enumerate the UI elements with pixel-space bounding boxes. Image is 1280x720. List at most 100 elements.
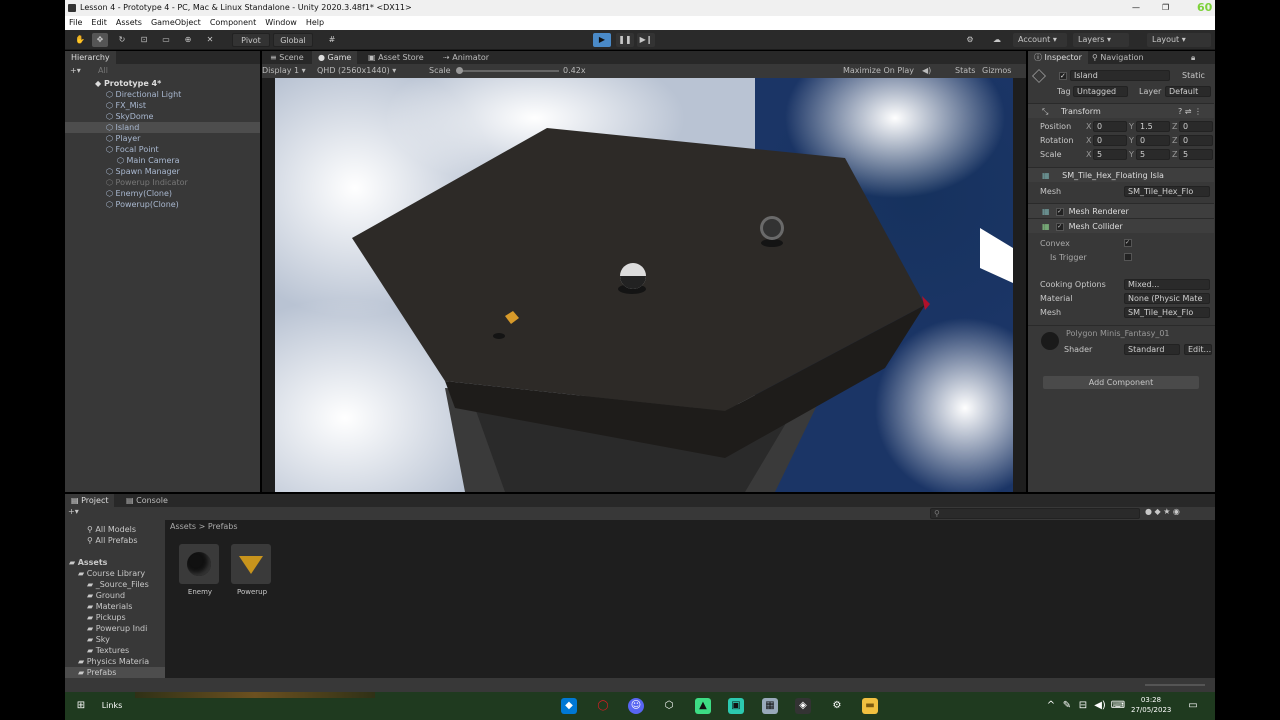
mesh-filter-mesh-field[interactable]: SM_Tile_Hex_Flo <box>1124 186 1210 197</box>
scale-slider[interactable] <box>459 70 559 72</box>
tab-inspector[interactable]: ⓘ Inspector <box>1028 51 1088 64</box>
hierarchy-item[interactable]: ⬡ Enemy(Clone) <box>65 188 260 199</box>
tray-pen-icon[interactable]: ✎ <box>1059 698 1075 714</box>
project-folder-item[interactable]: ▰ Pickups <box>65 612 165 623</box>
transform-z-field[interactable]: 0 <box>1179 135 1213 146</box>
breadcrumb-prefabs[interactable]: Prefabs <box>208 522 238 531</box>
play-button[interactable]: ▶ <box>593 33 611 47</box>
menu-window[interactable]: Window <box>265 18 297 27</box>
tab-navigation[interactable]: ⚲ Navigation <box>1086 51 1150 64</box>
menu-gameobject[interactable]: GameObject <box>151 18 201 27</box>
cooking-options-dropdown[interactable]: Mixed... <box>1124 279 1210 290</box>
transform-z-field[interactable]: 0 <box>1179 121 1213 132</box>
convex-checkbox[interactable]: ✓ <box>1124 239 1132 247</box>
collab-gear-icon[interactable]: ⚙ <box>963 33 977 47</box>
vscode-icon[interactable]: ◆ <box>561 698 577 714</box>
volume-icon[interactable]: ◀) <box>1092 698 1108 714</box>
project-add-icon[interactable]: +▾ <box>68 507 79 516</box>
menu-component[interactable]: Component <box>210 18 256 27</box>
project-folder-item[interactable]: ▰ Prefabs <box>65 667 165 678</box>
tab-asset-store[interactable]: ▣ Asset Store <box>362 51 430 64</box>
tag-dropdown[interactable]: Untagged <box>1073 86 1128 97</box>
hierarchy-item[interactable]: ⬡ Powerup(Clone) <box>65 199 260 210</box>
hierarchy-search-input[interactable]: All <box>98 66 108 75</box>
project-folder-item[interactable]: ▰ Assets <box>65 557 165 568</box>
project-folder-item[interactable]: ▰ Sky <box>65 634 165 645</box>
tab-project[interactable]: ▤ Project <box>65 494 115 507</box>
move-tool-icon[interactable]: ✥ <box>92 33 108 47</box>
mute-audio-icon[interactable]: ◀) <box>922 64 931 78</box>
grid-snap-icon[interactable]: # <box>325 33 339 47</box>
menu-file[interactable]: File <box>69 18 82 27</box>
transform-x-field[interactable]: 5 <box>1093 149 1127 160</box>
transform-x-field[interactable]: 0 <box>1093 121 1127 132</box>
step-button[interactable]: ▶❙ <box>637 33 655 47</box>
restore-button[interactable]: ❐ <box>1162 0 1169 16</box>
scale-slider-handle[interactable] <box>456 67 463 74</box>
is-trigger-checkbox[interactable] <box>1124 253 1132 261</box>
hand-tool-icon[interactable]: ✋ <box>73 33 87 47</box>
unity-hub-icon[interactable]: ⬡ <box>661 698 677 714</box>
menu-assets[interactable]: Assets <box>116 18 142 27</box>
project-folder-item[interactable]: ▰ Course Library <box>65 568 165 579</box>
project-folder-item[interactable]: ▰ Ground <box>65 590 165 601</box>
breadcrumb-assets[interactable]: Assets <box>170 522 196 531</box>
tab-scene[interactable]: ≡ Scene <box>264 51 310 64</box>
icon-size-slider[interactable] <box>1145 684 1205 686</box>
active-checkbox[interactable]: ✓ <box>1059 72 1067 80</box>
project-folder-item[interactable]: ▰ Powerup Indi <box>65 623 165 634</box>
unity-editor-icon[interactable]: ◈ <box>795 698 811 714</box>
photos-icon[interactable]: ▦ <box>762 698 778 714</box>
custom-tool-icon[interactable]: ✕ <box>203 33 217 47</box>
mesh-collider-checkbox[interactable]: ✓ <box>1056 222 1065 231</box>
hierarchy-item[interactable]: ⬡ Focal Point <box>65 144 260 155</box>
resolution-dropdown[interactable]: QHD (2560x1440) ▾ <box>317 64 396 78</box>
shader-edit-button[interactable]: Edit... <box>1184 344 1212 355</box>
discord-icon[interactable]: ☺ <box>628 698 644 714</box>
tab-game[interactable]: ● Game <box>312 51 358 64</box>
scale-tool-icon[interactable]: ⊡ <box>137 33 151 47</box>
layers-dropdown[interactable]: Layers ▾ <box>1073 33 1129 47</box>
object-name-field[interactable]: Island <box>1070 70 1170 81</box>
notification-icon[interactable]: ▭ <box>1185 698 1201 714</box>
hierarchy-item[interactable]: ⬡ FX_Mist <box>65 100 260 111</box>
maximize-on-play-toggle[interactable]: Maximize On Play <box>843 64 914 78</box>
mesh-renderer-checkbox[interactable]: ✓ <box>1056 207 1065 216</box>
hierarchy-item[interactable]: ⬡ SkyDome <box>65 111 260 122</box>
global-toggle[interactable]: Global <box>273 33 313 47</box>
hierarchy-item[interactable]: ⬡ Player <box>65 133 260 144</box>
mesh-renderer-header[interactable]: ▦ ✓ Mesh Renderer <box>1028 203 1214 218</box>
cloud-icon[interactable]: ☁ <box>989 33 1005 47</box>
collider-material-field[interactable]: None (Physic Mate <box>1124 293 1210 304</box>
tray-chevron-icon[interactable]: ^ <box>1043 698 1059 714</box>
file-explorer-icon[interactable]: ▬ <box>862 698 878 714</box>
shader-dropdown[interactable]: Standard <box>1124 344 1180 355</box>
hierarchy-item[interactable]: ⬡ Main Camera <box>65 155 260 166</box>
transform-tool-icon[interactable]: ⊕ <box>181 33 195 47</box>
transform-y-field[interactable]: 1.5 <box>1136 121 1170 132</box>
pause-button[interactable]: ❚❚ <box>616 33 634 47</box>
pivot-toggle[interactable]: Pivot <box>232 33 270 47</box>
network-icon[interactable]: ⊟ <box>1075 698 1091 714</box>
gizmos-dropdown[interactable]: Gizmos <box>982 64 1011 78</box>
transform-x-field[interactable]: 0 <box>1093 135 1127 146</box>
tab-hierarchy[interactable]: Hierarchy <box>65 51 116 64</box>
layer-dropdown[interactable]: Default <box>1165 86 1211 97</box>
static-toggle[interactable]: Static <box>1182 71 1205 80</box>
rotate-tool-icon[interactable]: ↻ <box>115 33 129 47</box>
links-toolbar[interactable]: Links <box>97 698 127 714</box>
asset-enemy[interactable]: Enemy <box>179 544 221 596</box>
asset-powerup[interactable]: Powerup <box>231 544 273 596</box>
stats-toggle[interactable]: Stats <box>955 64 975 78</box>
component-menu-icon[interactable]: ? ⇌ ⋮ <box>1178 104 1202 119</box>
game-viewport[interactable] <box>275 78 1013 492</box>
transform-y-field[interactable]: 5 <box>1136 149 1170 160</box>
android-icon[interactable]: ▲ <box>695 698 711 714</box>
menu-help[interactable]: Help <box>306 18 324 27</box>
rect-tool-icon[interactable]: ▭ <box>159 33 173 47</box>
tab-animator[interactable]: ⇢ Animator <box>437 51 495 64</box>
hierarchy-item[interactable]: ⬡ Spawn Manager <box>65 166 260 177</box>
hierarchy-item[interactable]: ⬡ Directional Light <box>65 89 260 100</box>
project-folder-item[interactable]: ▰ Physics Materia <box>65 656 165 667</box>
clock[interactable]: 03:28 27/05/2023 <box>1131 695 1171 715</box>
